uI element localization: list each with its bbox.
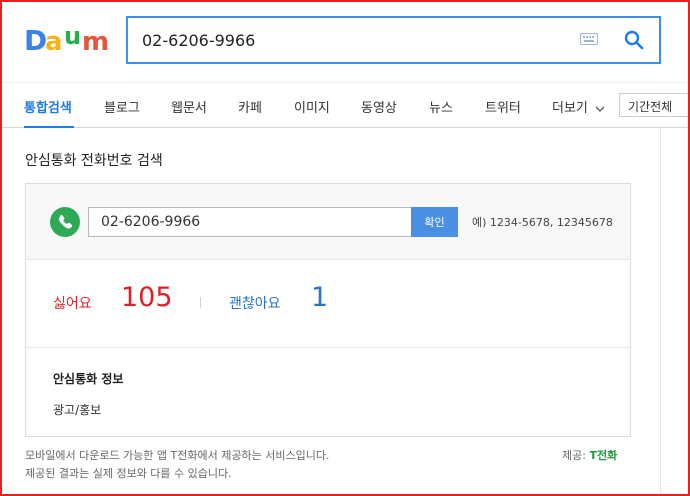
tab-news[interactable]: 뉴스	[429, 97, 453, 116]
page-title: 안심통화 전화번호 검색	[25, 153, 163, 169]
like-label: 괜찮아요	[229, 296, 281, 312]
chevron-down-icon	[595, 106, 605, 112]
notice-line-1: 모바일에서 다운로드 가능한 앱 T전화에서 제공하는 서비스입니다.	[25, 449, 330, 462]
input-example-hint: 예) 1234-5678, 12345678	[472, 216, 613, 229]
tab-all[interactable]: 통합검색	[24, 97, 72, 116]
tab-more-label: 더보기	[552, 101, 588, 116]
svg-text:u: u	[64, 26, 81, 50]
search-icon[interactable]	[624, 30, 644, 50]
dislike-label: 싫어요	[53, 296, 92, 312]
tab-twitter[interactable]: 트위터	[485, 97, 521, 116]
stats-divider	[200, 297, 201, 308]
phone-number-input[interactable]	[88, 207, 412, 237]
svg-text:D: D	[24, 26, 47, 54]
tab-blog[interactable]: 블로그	[104, 97, 140, 116]
tab-cafe[interactable]: 카페	[238, 97, 262, 116]
dislike-count: 105	[121, 282, 173, 313]
notice-line-2: 제공된 결과는 실제 정보와 다를 수 있습니다.	[25, 467, 232, 480]
like-count: 1	[311, 282, 329, 313]
search-tabs: 통합검색 블로그 웹문서 카페 이미지 동영상 뉴스 트위터 더보기 기간전체	[0, 82, 690, 128]
info-title: 안심통화 정보	[53, 372, 124, 386]
keyboard-icon[interactable]	[580, 33, 598, 45]
svg-text:a: a	[45, 27, 63, 54]
safe-call-card: 확인 예) 1234-5678, 12345678 싫어요 105 괜찮아요 1…	[25, 183, 631, 437]
confirm-button[interactable]: 확인	[411, 207, 458, 237]
phone-icon	[50, 207, 80, 237]
info-value: 광고/홍보	[53, 403, 102, 417]
service-notice: 모바일에서 다운로드 가능한 앱 T전화에서 제공하는 서비스입니다. 제공된 …	[25, 447, 329, 483]
search-box	[126, 16, 661, 64]
period-filter[interactable]: 기간전체	[619, 93, 690, 117]
tab-more[interactable]: 더보기	[552, 97, 605, 116]
active-tab-indicator	[24, 126, 74, 128]
tab-web[interactable]: 웹문서	[171, 97, 207, 116]
phone-lookup-bar: 확인 예) 1234-5678, 12345678	[26, 184, 630, 260]
rating-stats: 싫어요 105 괜찮아요 1	[26, 260, 630, 348]
daum-logo[interactable]: D a u m	[24, 26, 110, 54]
column-divider	[660, 129, 661, 496]
tab-image[interactable]: 이미지	[294, 97, 330, 116]
provider-credit: 제공: T전화	[562, 447, 617, 463]
provider-label: 제공:	[562, 449, 590, 462]
tab-video[interactable]: 동영상	[361, 97, 397, 116]
search-input[interactable]	[142, 28, 562, 52]
header: D a u m	[0, 0, 690, 82]
svg-text:m: m	[82, 27, 109, 54]
provider-link[interactable]: T전화	[589, 449, 617, 462]
